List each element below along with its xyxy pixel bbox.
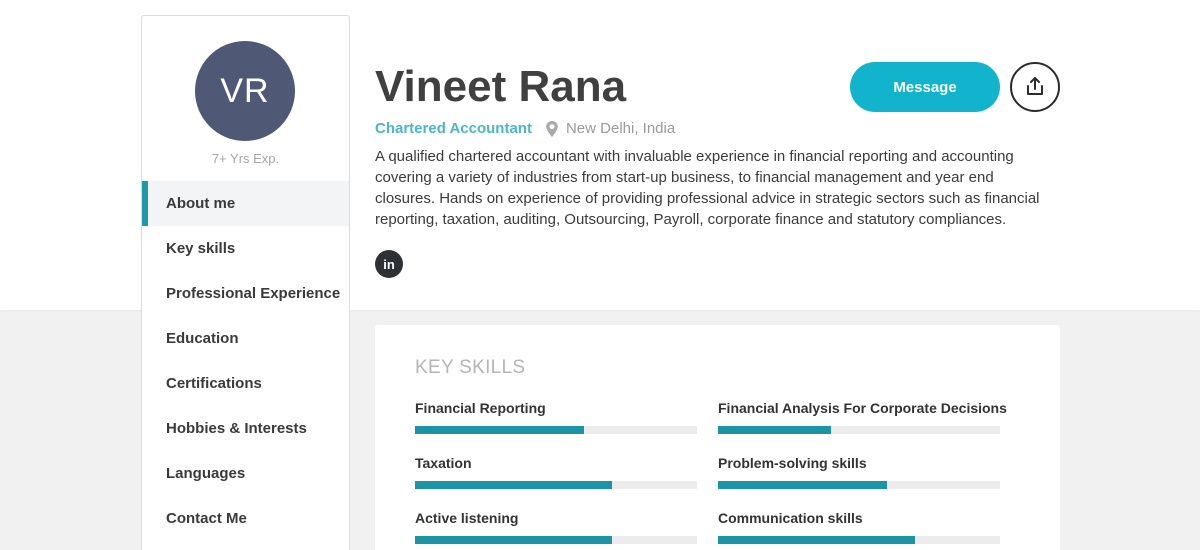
skill-bar-fill	[718, 426, 831, 434]
experience-label: 7+ Yrs Exp.	[211, 151, 280, 166]
sidebar-item-about-me[interactable]: About me	[142, 181, 349, 226]
profile-location: New Delhi, India	[565, 120, 676, 137]
key-skills-heading: KEY SKILLS	[415, 357, 526, 378]
skill-name: Taxation	[415, 455, 472, 471]
message-button[interactable]: Message	[850, 62, 1000, 112]
sidebar-item-education[interactable]: Education	[142, 316, 349, 361]
skill-name: Problem-solving skills	[718, 455, 867, 471]
skill-item: Communication skills	[718, 510, 1000, 544]
share-upload-icon	[1024, 75, 1046, 100]
sidebar-nav: About me Key skills Professional Experie…	[142, 181, 349, 541]
skill-item: Financial Reporting	[415, 400, 697, 434]
profile-name: Vineet Rana	[375, 62, 627, 111]
skill-bar-fill	[415, 481, 613, 489]
profile-title: Chartered Accountant	[375, 120, 532, 137]
skill-bar-track	[415, 481, 697, 489]
skill-bar-fill	[718, 536, 916, 544]
skill-item: Taxation	[415, 455, 697, 489]
skill-name: Active listening	[415, 510, 519, 526]
sidebar-item-languages[interactable]: Languages	[142, 451, 349, 496]
sidebar-item-contact-me[interactable]: Contact Me	[142, 496, 349, 541]
linkedin-icon[interactable]: in	[375, 250, 403, 278]
profile-sidebar: VR 7+ Yrs Exp. About me Key skills Profe…	[141, 15, 350, 550]
profile-subheader: Chartered Accountant New Delhi, India	[375, 120, 675, 137]
sidebar-item-certifications[interactable]: Certifications	[142, 361, 349, 406]
sidebar-item-hobbies-interests[interactable]: Hobbies & Interests	[142, 406, 349, 451]
key-skills-card: KEY SKILLS Financial Reporting Financial…	[375, 325, 1060, 550]
sidebar-item-professional-experience[interactable]: Professional Experience	[142, 271, 349, 316]
location-pin-icon	[545, 120, 559, 137]
skill-bar-track	[718, 536, 1000, 544]
skill-item: Problem-solving skills	[718, 455, 1000, 489]
skill-bar-fill	[415, 426, 585, 434]
skill-bar-track	[415, 536, 697, 544]
skill-name: Financial Reporting	[415, 400, 546, 416]
skill-bar-track	[415, 426, 697, 434]
skill-bar-track	[718, 481, 1000, 489]
avatar: VR	[195, 41, 295, 141]
share-button[interactable]	[1010, 62, 1060, 112]
profile-bio: A qualified chartered accountant with in…	[375, 148, 1040, 228]
skill-bar-track	[718, 426, 1000, 434]
skill-name: Financial Analysis For Corporate Decisio…	[718, 400, 1007, 416]
skill-name: Communication skills	[718, 510, 863, 526]
skill-bar-fill	[718, 481, 888, 489]
skill-item: Active listening	[415, 510, 697, 544]
skill-bar-fill	[415, 536, 613, 544]
skill-item: Financial Analysis For Corporate Decisio…	[718, 400, 1007, 434]
sidebar-item-key-skills[interactable]: Key skills	[142, 226, 349, 271]
